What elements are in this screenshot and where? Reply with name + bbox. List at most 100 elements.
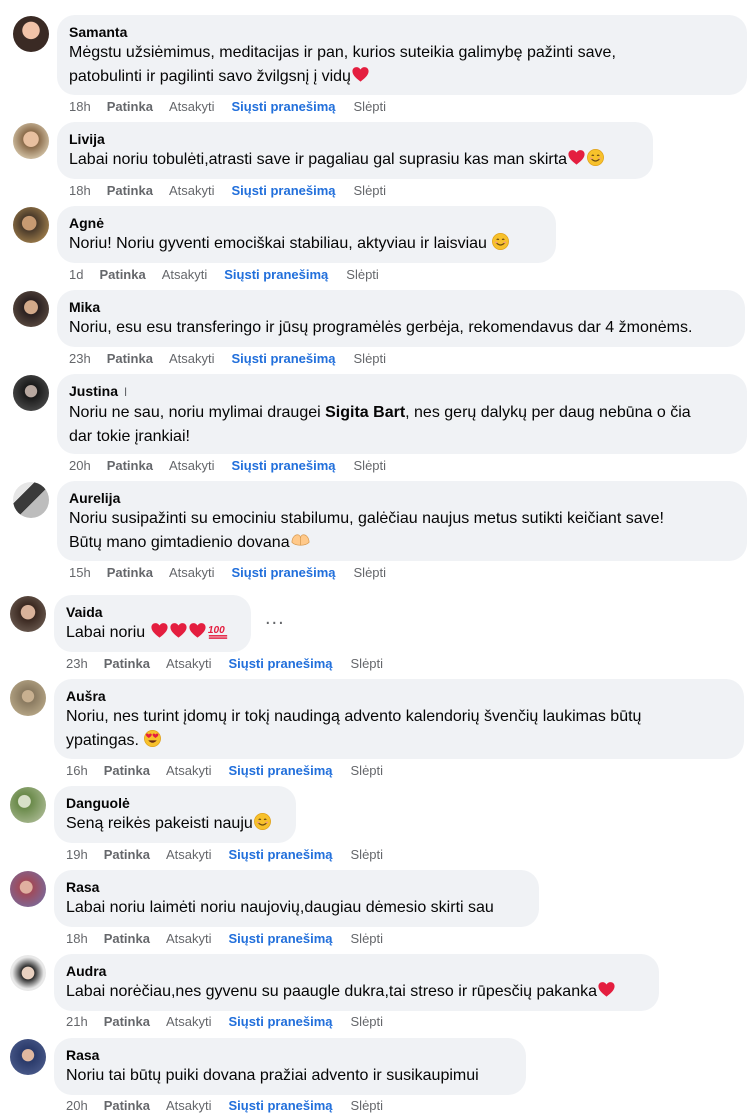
- send-message-button[interactable]: Siųsti pranešimą: [228, 847, 332, 863]
- reply-button[interactable]: Atsakyti: [166, 1014, 212, 1030]
- comment-time[interactable]: 19h: [66, 847, 88, 863]
- avatar[interactable]: [13, 123, 49, 159]
- comment-bubble: Aurelija Noriu susipažinti su emociniu s…: [57, 481, 747, 561]
- comment-time[interactable]: 18h: [69, 183, 91, 199]
- like-button[interactable]: Patinka: [104, 1014, 150, 1030]
- avatar[interactable]: [10, 1039, 46, 1075]
- like-button[interactable]: Patinka: [104, 1098, 150, 1114]
- comment-bubble: Rasa Noriu tai būtų puiki dovana pražiai…: [54, 1038, 526, 1095]
- heart-emoji-icon: [567, 148, 586, 167]
- hide-button[interactable]: Slėpti: [354, 565, 387, 581]
- hide-button[interactable]: Slėpti: [346, 267, 379, 283]
- reply-button[interactable]: Atsakyti: [166, 1098, 212, 1114]
- comment-time[interactable]: 15h: [69, 565, 91, 581]
- send-message-button[interactable]: Siųsti pranešimą: [228, 656, 332, 672]
- like-button[interactable]: Patinka: [107, 99, 153, 115]
- comment-bubble: Rasa Labai noriu laimėti noriu naujovių,…: [54, 870, 539, 927]
- comment-time[interactable]: 23h: [69, 351, 91, 367]
- comment-author[interactable]: Audra: [66, 962, 647, 980]
- hide-button[interactable]: Slėpti: [354, 183, 387, 199]
- like-button[interactable]: Patinka: [107, 565, 153, 581]
- avatar[interactable]: [13, 291, 49, 327]
- heart-hands-emoji-icon: [290, 531, 311, 550]
- send-message-button[interactable]: Siųsti pranešimą: [228, 931, 332, 947]
- comment-author[interactable]: Danguolė: [66, 794, 284, 812]
- avatar[interactable]: [10, 680, 46, 716]
- hide-button[interactable]: Slėpti: [354, 99, 387, 115]
- reply-button[interactable]: Atsakyti: [166, 763, 212, 779]
- reply-button[interactable]: Atsakyti: [166, 847, 212, 863]
- comment-actions: 20h Patinka Atsakyti Siųsti pranešimą Slėpti: [69, 458, 386, 474]
- send-message-button[interactable]: Siųsti pranešimą: [231, 458, 335, 474]
- comment-bubble: Danguolė Seną reikės pakeisti nauju: [54, 786, 296, 843]
- comment-time[interactable]: 21h: [66, 1014, 88, 1030]
- send-message-button[interactable]: Siųsti pranešimą: [231, 99, 335, 115]
- comment-author[interactable]: Mika: [69, 298, 733, 316]
- comment-author[interactable]: Aušra: [66, 687, 732, 705]
- reply-button[interactable]: Atsakyti: [169, 351, 215, 367]
- reply-button[interactable]: Atsakyti: [162, 267, 208, 283]
- hide-button[interactable]: Slėpti: [351, 1014, 384, 1030]
- send-message-button[interactable]: Siųsti pranešimą: [228, 1014, 332, 1030]
- hide-button[interactable]: Slėpti: [351, 847, 384, 863]
- hide-button[interactable]: Slėpti: [351, 656, 384, 672]
- avatar[interactable]: [13, 482, 49, 518]
- comment-author[interactable]: Livija: [69, 130, 641, 148]
- reply-button[interactable]: Atsakyti: [169, 458, 215, 474]
- comment-bubble: Agnė Noriu! Noriu gyventi emociškai stab…: [57, 206, 556, 263]
- avatar[interactable]: [13, 16, 49, 52]
- reply-button[interactable]: Atsakyti: [169, 99, 215, 115]
- comment-bubble: Audra Labai norėčiau,nes gyvenu su paaug…: [54, 954, 659, 1011]
- like-button[interactable]: Patinka: [104, 763, 150, 779]
- reply-button[interactable]: Atsakyti: [169, 183, 215, 199]
- comment-time[interactable]: 23h: [66, 656, 88, 672]
- like-button[interactable]: Patinka: [107, 458, 153, 474]
- comment-author[interactable]: Justina I: [69, 382, 735, 401]
- comment-time[interactable]: 18h: [66, 931, 88, 947]
- avatar[interactable]: [13, 375, 49, 411]
- hide-button[interactable]: Slėpti: [351, 1098, 384, 1114]
- send-message-button[interactable]: Siųsti pranešimą: [231, 351, 335, 367]
- avatar[interactable]: [13, 207, 49, 243]
- comment-time[interactable]: 18h: [69, 99, 91, 115]
- send-message-button[interactable]: Siųsti pranešimą: [231, 565, 335, 581]
- reply-button[interactable]: Atsakyti: [169, 565, 215, 581]
- comment-author[interactable]: Agnė: [69, 214, 544, 232]
- comment-actions: 23h Patinka Atsakyti Siųsti pranešimą Slėpti: [66, 656, 383, 672]
- like-button[interactable]: Patinka: [104, 656, 150, 672]
- comment-author[interactable]: Aurelija: [69, 489, 735, 507]
- comment-author[interactable]: Vaida: [66, 603, 239, 621]
- comment-time[interactable]: 20h: [66, 1098, 88, 1114]
- comment-bubble: Mika Noriu, esu esu transferingo ir jūsų…: [57, 290, 745, 347]
- reply-button[interactable]: Atsakyti: [166, 931, 212, 947]
- hide-button[interactable]: Slėpti: [354, 458, 387, 474]
- avatar[interactable]: [10, 871, 46, 907]
- comment-time[interactable]: 16h: [66, 763, 88, 779]
- avatar[interactable]: [10, 596, 46, 632]
- comment-text: Mėgstu užsiėmimus, meditacijas ir pan, k…: [69, 44, 616, 85]
- like-button[interactable]: Patinka: [107, 183, 153, 199]
- comment-author[interactable]: Rasa: [66, 1046, 514, 1064]
- send-message-button[interactable]: Siųsti pranešimą: [231, 183, 335, 199]
- avatar[interactable]: [10, 955, 46, 991]
- comment-author[interactable]: Samanta: [69, 23, 735, 41]
- comment-time[interactable]: 1d: [69, 267, 83, 283]
- hide-button[interactable]: Slėpti: [351, 931, 384, 947]
- comment-time[interactable]: 20h: [69, 458, 91, 474]
- hide-button[interactable]: Slėpti: [354, 351, 387, 367]
- send-message-button[interactable]: Siųsti pranešimą: [228, 1098, 332, 1114]
- send-message-button[interactable]: Siųsti pranešimą: [224, 267, 328, 283]
- hide-button[interactable]: Slėpti: [351, 763, 384, 779]
- like-button[interactable]: Patinka: [104, 931, 150, 947]
- like-button[interactable]: Patinka: [107, 351, 153, 367]
- comment-actions: 21h Patinka Atsakyti Siųsti pranešimą Slėpti: [66, 1014, 383, 1030]
- like-button[interactable]: Patinka: [104, 847, 150, 863]
- mentioned-user-link[interactable]: Sigita Bart: [325, 404, 405, 421]
- send-message-button[interactable]: Siųsti pranešimą: [228, 763, 332, 779]
- comment-author[interactable]: Rasa: [66, 878, 527, 896]
- reply-button[interactable]: Atsakyti: [166, 656, 212, 672]
- more-options-icon[interactable]: ...: [265, 607, 285, 630]
- like-button[interactable]: Patinka: [99, 267, 145, 283]
- avatar[interactable]: [10, 787, 46, 823]
- smile-emoji-icon: [586, 148, 605, 167]
